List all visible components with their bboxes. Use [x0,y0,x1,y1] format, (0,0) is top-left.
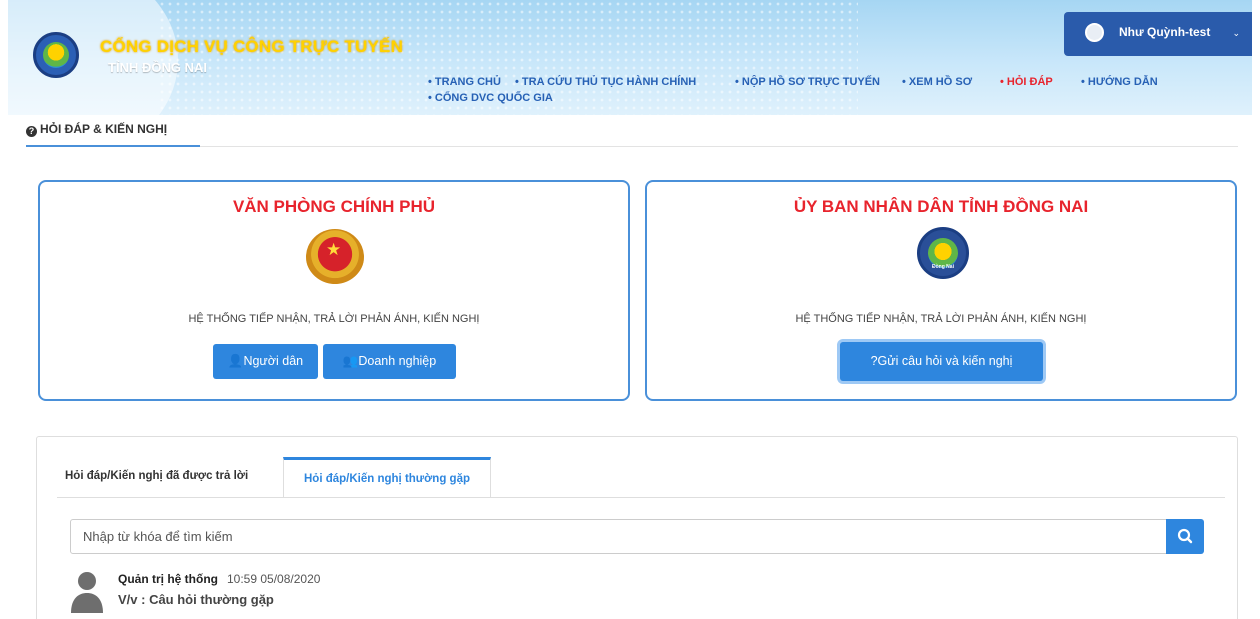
brand-title[interactable]: CỔNG DỊCH VỤ CÔNG TRỰC TUYẾN [100,37,403,57]
search-box [70,519,1167,554]
qa-panel: Hỏi đáp/Kiến nghị đã được trả lời Hỏi đá… [36,436,1238,619]
provincial-committee-card: ỦY BAN NHÂN DÂN TỈNH ĐỒNG NAI Đồng Nai H… [645,180,1237,401]
nav-item-view-records[interactable]: • XEM HỒ SƠ [902,76,972,88]
nav-item-submit[interactable]: • NỘP HỒ SƠ TRỰC TUYẾN [735,76,880,88]
business-button[interactable]: 👥Doanh nghiệp [323,344,456,379]
card-title: ỦY BAN NHÂN DÂN TỈNH ĐỒNG NAI [793,197,1089,216]
nav-item-procedures[interactable]: • TRA CỨU THỦ TỤC HÀNH CHÍNH [515,76,696,88]
government-office-card: VĂN PHÒNG CHÍNH PHỦ ★ HỆ THỐNG TIẾP NHẬN… [38,180,630,401]
user-menu[interactable]: Như Quỳnh-test ⌄ [1064,12,1252,56]
emblem-label: Đồng Nai [932,264,954,270]
tab-answered[interactable]: Hỏi đáp/Kiến nghị đã được trả lời [65,457,248,497]
breadcrumb-divider [26,146,1238,147]
brand-subtitle[interactable]: TỈNH ĐỒNG NAI [108,60,207,75]
star-icon: ★ [326,240,342,259]
tab-faq[interactable]: Hỏi đáp/Kiến nghị thường gặp [283,457,491,497]
chevron-down-icon: ⌄ [1232,28,1240,38]
citizen-button[interactable]: 👤Người dân [213,344,318,379]
users-icon: 👥 [342,354,359,368]
dong-nai-logo[interactable] [33,32,79,78]
search-icon [1177,528,1193,544]
nav-item-home[interactable]: • TRANG CHỦ [428,76,501,88]
send-question-label: Gửi câu hỏi và kiến nghị [877,354,1013,368]
tab-divider [57,497,1225,498]
site-header: CỔNG DỊCH VỤ CÔNG TRỰC TUYẾN TỈNH ĐỒNG N… [8,0,1252,115]
post-timestamp: 10:59 05/08/2020 [227,572,321,586]
user-avatar-icon [1085,23,1104,42]
avatar-icon [71,572,103,613]
nav-item-qa[interactable]: • HỎI ĐÁP [1000,76,1053,88]
question-circle-icon: ? [26,126,37,137]
citizen-button-label: Người dân [243,354,304,368]
national-emblem-icon: ★ [306,229,364,285]
question-circle-icon: ? [870,354,878,368]
post-subject[interactable]: V/v : Câu hỏi thường gặp [118,592,274,607]
breadcrumb: ? HỎI ĐÁP & KIẾN NGHỊ [26,122,167,137]
dong-nai-emblem-icon: Đồng Nai [917,227,969,279]
send-question-button[interactable]: ?Gửi câu hỏi và kiến nghị [840,342,1043,381]
nav-item-national-portal[interactable]: • CỔNG DVC QUỐC GIA [428,92,553,104]
breadcrumb-label: HỎI ĐÁP & KIẾN NGHỊ [40,122,168,136]
user-name: Như Quỳnh-test [1119,25,1211,39]
business-button-label: Doanh nghiệp [358,354,437,368]
breadcrumb-active-underline [26,145,200,147]
nav-item-guide[interactable]: • HƯỚNG DẪN [1081,76,1158,88]
search-input[interactable] [71,520,1166,553]
card-subtitle: HỆ THỐNG TIẾP NHẬN, TRẢ LỜI PHẢN ÁNH, KI… [188,313,480,325]
card-subtitle: HỆ THỐNG TIẾP NHẬN, TRẢ LỜI PHẢN ÁNH, KI… [795,313,1087,325]
search-button[interactable] [1166,519,1204,554]
user-icon: 👤 [227,354,244,368]
card-title: VĂN PHÒNG CHÍNH PHỦ [232,197,436,216]
post-author: Quản trị hệ thống [118,572,218,586]
